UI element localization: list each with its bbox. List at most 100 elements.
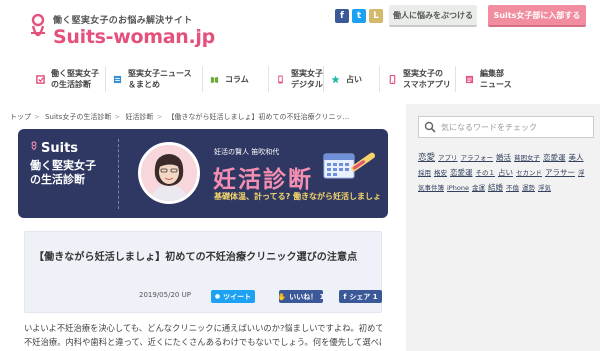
tag-link[interactable]: 美人 [569,152,584,164]
tag-link[interactable]: セカンド [516,167,542,179]
search-input[interactable] [441,122,591,132]
facebook-icon: f [343,292,347,301]
tag-link[interactable]: 格安 [434,167,447,179]
nav-label: スマホアプリ [403,80,451,89]
breadcrumb-separator: > [156,113,163,121]
nav-item-fortune[interactable]: 占い [331,58,362,100]
share-button[interactable]: f シェア 1 [339,290,382,303]
tag-link[interactable]: 結婚 [488,182,503,194]
tag-link[interactable]: 貧困女子 [514,152,540,164]
tag-link[interactable]: 占い [498,167,513,179]
document-icon [465,75,474,83]
site-header: 働く堅実女子のお悩み解決サイト Suits-woman.jp f t L 働人に… [0,0,600,58]
article-date: 2019/05/20 UP [139,291,191,299]
tag-link[interactable]: アプリ [438,152,458,164]
facebook-icon[interactable]: f [335,9,349,23]
tag-link[interactable]: 恋愛運 [543,152,566,164]
nav-label: 編集部 [480,69,504,78]
nav-item-app[interactable]: 堅実女子のスマホアプリ [388,58,451,100]
thermometer-icon [350,152,376,172]
nav-label: 堅実女子 [291,69,323,78]
tweet-label: ツイート [223,292,252,301]
nav-divider [379,66,380,92]
join-club-button[interactable]: Suits女子部に入部する [488,5,586,27]
nav-label: デジタル [291,80,323,89]
article-title: 【働きながら妊活しましょ】初めての不妊治療クリニック選びの注意点 [34,252,358,263]
tag-link[interactable]: アラサー [545,167,575,179]
diagnosis-icon [36,74,45,84]
share-label: シェア 1 [349,292,378,301]
nav-item-life-diagnosis[interactable]: 働く堅実女子 の生活診断 [36,58,99,100]
breadcrumb-link[interactable]: トップ [10,113,31,121]
nav-divider [455,66,456,92]
nav-item-digital[interactable]: 堅実女子 デジタル [276,58,323,100]
tag-link[interactable]: 不倫 [506,182,519,194]
tag-link[interactable]: その１ [476,167,496,179]
star-icon [331,74,340,83]
tag-link[interactable]: 恋愛 [418,152,435,164]
thumbs-up-icon: ✋ [277,292,287,301]
tag-link[interactable]: アラフォー [461,152,494,164]
tag-link[interactable]: 運勢 [522,182,535,194]
search-box [418,116,594,138]
consult-button[interactable]: 働人に悩みをぶつける [389,5,477,27]
phone-icon [278,74,283,84]
nav-label: ＆まとめ [128,80,160,89]
nav-label: 堅実女子ニュース [128,69,192,78]
author-portrait-icon [141,145,197,201]
breadcrumb-link[interactable]: 妊活診断 [125,113,153,121]
line-icon[interactable]: L [369,9,383,23]
banner-brand-text: Suits [41,141,79,156]
breadcrumb-separator: > [34,113,40,121]
tweet-button[interactable]: ● ツイート [211,290,255,303]
book-icon [210,76,219,83]
site-logo-text: Suits-woman.jp [53,26,215,48]
breadcrumb-separator: > [114,113,121,121]
article-paragraph-line: 不妊治療。内科や歯科と違って、近くにたくさんあるわけでもないでしょう。何を優先し… [24,337,382,347]
nav-item-editorial[interactable]: 編集部 ニュース [465,58,512,100]
tag-link[interactable]: 採用 [418,167,431,179]
twitter-icon: ● [214,293,221,300]
site-tagline: 働く堅実女子のお悩み解決サイト [53,16,193,26]
news-icon [113,75,122,83]
twitter-icon[interactable]: t [352,9,366,23]
tag-link[interactable]: 婚活 [496,152,511,164]
nav-divider [202,66,203,92]
social-links: f t L [335,9,383,23]
banner-sub-line: の生活診断 [30,173,85,186]
breadcrumb-link[interactable]: Suits女子の生活診断 [45,113,111,121]
banner-brand-block: Suits 働く堅実女子 の生活診断 [30,141,96,187]
nav-item-column[interactable]: コラム [210,58,249,100]
category-banner[interactable]: Suits 働く堅実女子 の生活診断 妊活の賢人 笛吹和代 妊活診断 基礎体温、… [18,129,388,218]
breadcrumb: トップ > Suits女子の生活診断 > 妊活診断 > 【働きながら妊活しましょ】初め… [10,112,349,122]
nav-label: の生活診断 [51,80,91,89]
nav-item-news[interactable]: 堅実女子ニュース ＆まとめ [113,58,192,100]
main-nav: 働く堅実女子 の生活診断 堅実女子ニュース ＆まとめ コラム 堅実女子デジタル 占い… [0,58,600,100]
nav-label: 働く堅実女子 [51,69,99,78]
search-icon[interactable] [424,121,436,133]
nav-label: 占い [346,74,362,84]
breadcrumb-current: 【働きながら妊活しましょ】初めての不妊治療クリニッ... [167,113,350,121]
nav-divider [268,66,269,92]
banner-title: 妊活診断 [213,167,313,193]
tag-link[interactable]: 浮気 [538,182,551,194]
suits-logo-icon [31,141,37,150]
tag-link[interactable]: 浮 [578,167,585,179]
sidebar: 恋愛アプリアラフォー婚活貧困女子恋愛運美人採用格安恋愛運その１占いセカンドアラサ… [406,104,600,351]
nav-divider [105,66,106,92]
tag-link[interactable]: 金運 [472,182,485,194]
like-button[interactable]: ✋ いいね！ 1 [277,290,325,303]
tag-link[interactable]: 気事件簿 [418,182,444,194]
banner-brand: Suits [30,141,96,156]
banner-tagline: 基礎体温、計ってる? 働きながら妊活しましょ [214,192,382,201]
tag-link[interactable]: 恋愛運 [450,167,473,179]
author-photo [138,142,200,204]
nav-label: 堅実女子の [403,69,443,78]
smartphone-icon [389,74,396,84]
article-body: いよいよ不妊治療を決心しても、どんなクリニックに通えばいいのか?悩ましいですよね… [24,321,382,349]
nav-label: コラム [225,74,249,84]
banner-divider [118,139,119,209]
tag-link[interactable]: iPhone [447,182,469,194]
article-paragraph-line: いよいよ不妊治療を決心しても、どんなクリニックに通えばいいのか?悩ましいですよね… [24,323,382,333]
banner-subtitle: 働く堅実女子 の生活診断 [30,159,96,187]
